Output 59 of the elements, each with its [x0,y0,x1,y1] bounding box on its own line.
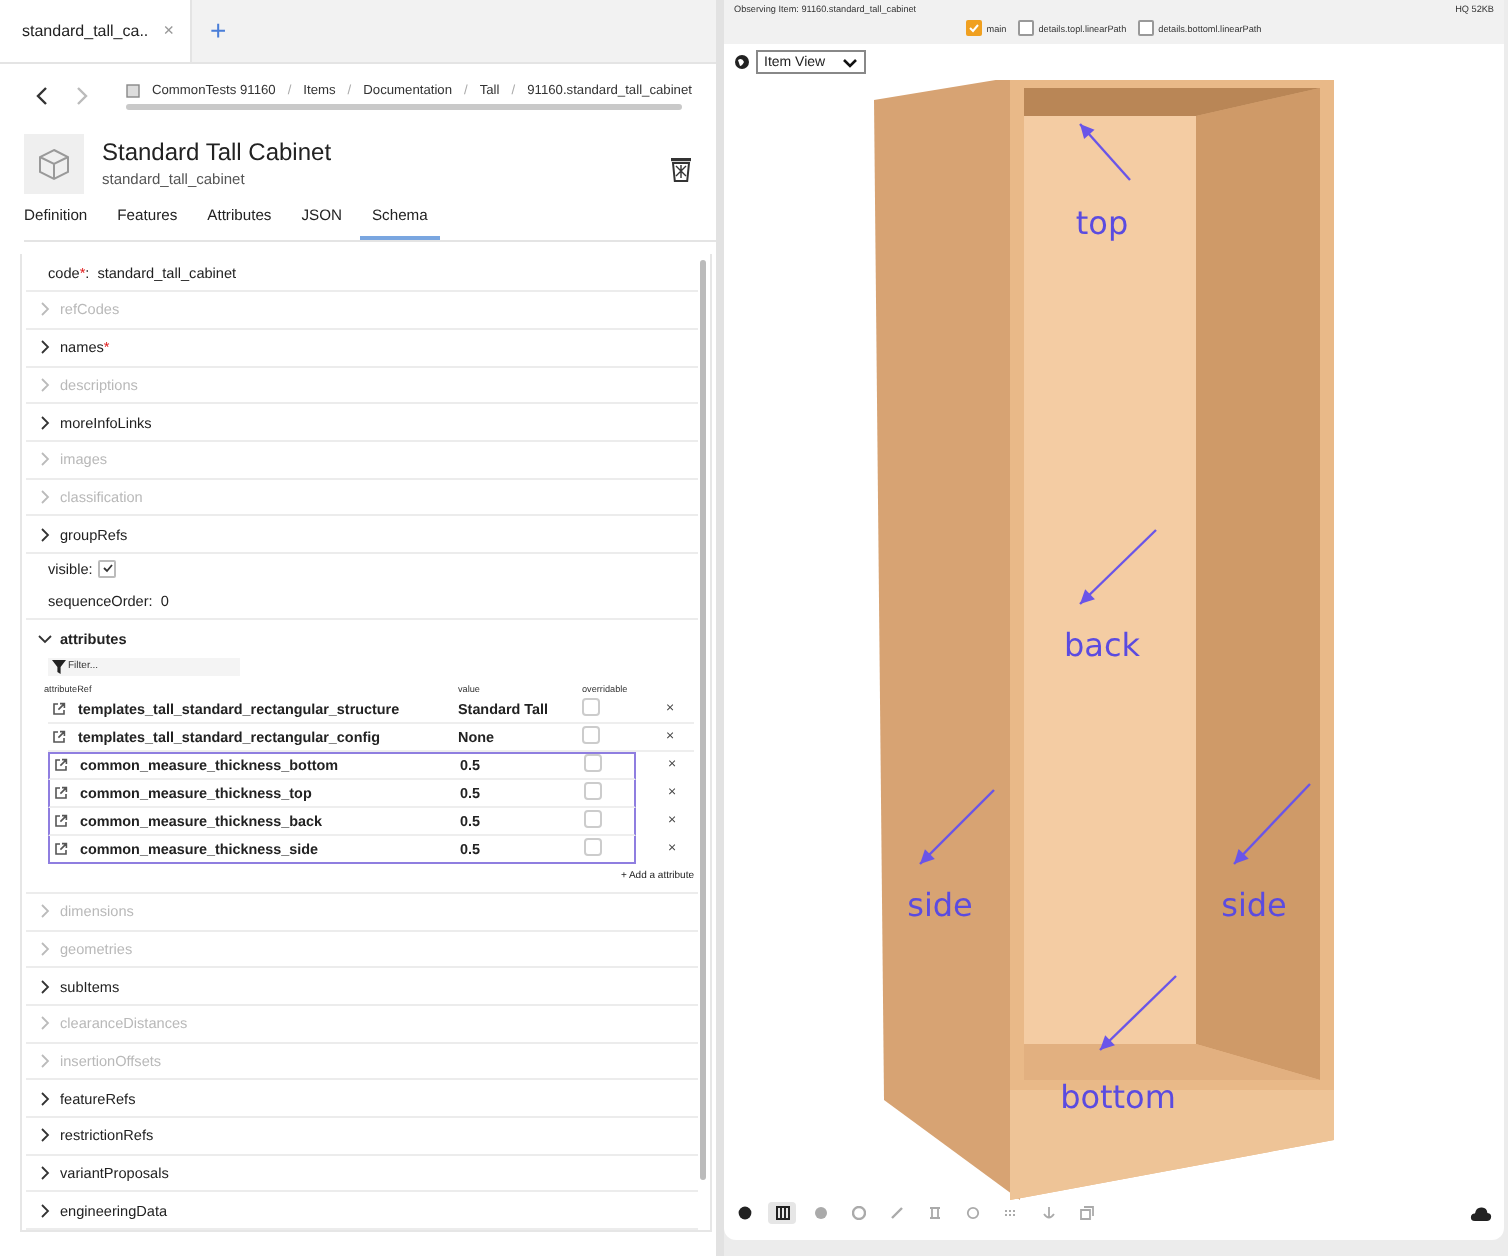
chevron-icon [38,415,52,430]
chevron-icon [38,1203,52,1218]
chevron-icon [38,979,52,994]
tab-title: standard_tall_ca.. [22,21,149,40]
chevron-icon [38,302,52,317]
cloud-icon[interactable] [1470,1205,1492,1221]
arrow [919,789,995,865]
chevron-icon [38,1128,52,1143]
checkbox[interactable] [584,754,602,773]
checkbox[interactable] [584,837,602,856]
open-link-icon[interactable] [54,785,68,800]
checkbox[interactable] [582,697,600,716]
arrow [1099,975,1177,1051]
cube-icon [36,145,72,182]
open-link-icon[interactable] [54,813,68,828]
scrollbar[interactable] [700,260,706,1181]
annotation-label: top [1075,204,1129,242]
folder-icon [126,83,140,98]
chevron-icon [38,904,52,919]
open-link-icon[interactable] [52,701,66,716]
checkbox[interactable] [1018,20,1035,36]
chevron-icon [38,452,52,467]
forward-icon[interactable] [74,85,90,106]
chevron-icon [38,1016,52,1031]
back-icon[interactable] [34,85,50,106]
checkbox[interactable] [584,781,602,800]
open-link-icon[interactable] [54,758,68,773]
chevron-icon [38,527,52,542]
caret-icon [841,57,858,67]
chevron-icon [38,340,52,355]
checkbox[interactable] [582,725,600,744]
open-link-icon[interactable] [54,841,68,856]
checkbox[interactable] [966,20,983,36]
chevron-icon [38,631,52,646]
chevron-icon [38,377,52,392]
trash-icon[interactable] [670,156,692,183]
annotation-label: side [1221,886,1287,924]
arrow [1079,529,1157,605]
chevron-icon [38,1091,52,1106]
arrow [1233,783,1311,865]
chevron-icon [38,1053,52,1068]
chevron-icon [38,489,52,504]
grid-icon[interactable] [768,1202,796,1224]
globe-icon[interactable] [734,54,750,70]
filter-icon [52,659,66,674]
checkbox[interactable] [584,809,602,828]
new-tab-button[interactable]: + [210,14,227,47]
chevron-icon [38,1165,52,1180]
annotation-label: bottom [1060,1078,1176,1116]
checkbox[interactable] [1138,20,1155,36]
checkbox[interactable] [98,559,117,578]
chevron-icon [38,941,52,956]
scrollbar[interactable] [126,103,682,110]
item-title: Standard Tall Cabinet [102,138,334,167]
open-link-icon[interactable] [52,729,66,744]
arrow [1079,123,1131,181]
browser-tab[interactable]: standard_tall_ca.. × [0,0,192,62]
annotation-label: back [1063,626,1141,664]
annotation-label: side [907,886,973,924]
